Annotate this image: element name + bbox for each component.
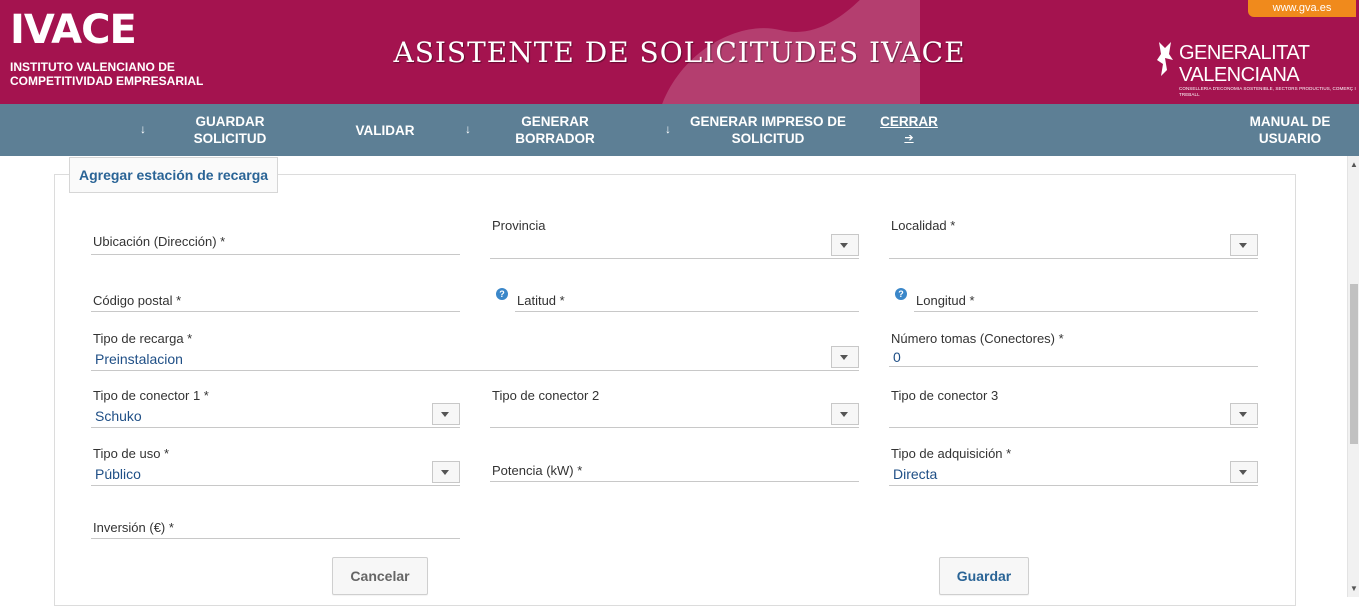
numero-tomas-label: Número tomas (Conectores) *: [891, 331, 1064, 346]
download-arrow-icon: ↓: [665, 122, 671, 136]
scrollbar-thumb[interactable]: [1350, 284, 1358, 444]
manual-usuario-line1: MANUAL DE: [1249, 114, 1331, 129]
conector1-value: Schuko: [95, 408, 142, 424]
chevron-down-icon[interactable]: [1230, 403, 1258, 425]
latitud-field[interactable]: Latitud *: [515, 280, 859, 312]
cerrar-label: CERRAR: [880, 114, 938, 129]
cancel-button[interactable]: Cancelar: [332, 557, 428, 595]
generar-borrador-line1: GENERAR: [521, 114, 589, 129]
tipo-uso-label: Tipo de uso *: [93, 446, 170, 461]
conector1-select[interactable]: Tipo de conector 1 * Schuko: [91, 383, 460, 428]
conselleria-name: CONSELLERIA D'ECONOMIA SOSTENIBLE, SECTO…: [1179, 86, 1356, 97]
generar-impreso-line2: SOLICITUD: [731, 131, 805, 146]
generar-impreso-line1: GENERAR IMPRESO DE: [689, 114, 847, 129]
latitud-label: Latitud *: [517, 293, 565, 308]
potencia-label: Potencia (kW) *: [492, 463, 583, 478]
tab-agregar-estacion[interactable]: Agregar estación de recarga: [69, 157, 278, 193]
gva-link[interactable]: www.gva.es: [1248, 0, 1356, 17]
generalitat-logo[interactable]: GENERALITAT VALENCIANA CONSELLERIA D'ECO…: [1155, 42, 1359, 98]
save-button[interactable]: Guardar: [939, 557, 1029, 595]
conector3-select[interactable]: Tipo de conector 3: [889, 383, 1258, 428]
bat-emblem-icon: [1157, 42, 1173, 76]
longitud-field[interactable]: Longitud *: [914, 280, 1258, 312]
ubicacion-field[interactable]: Ubicación (Dirección) *: [91, 220, 460, 255]
download-arrow-icon: ↓: [465, 122, 471, 136]
tipo-recarga-select[interactable]: Tipo de recarga * Preinstalacion: [91, 326, 859, 371]
generar-borrador-line2: BORRADOR: [515, 131, 595, 146]
help-icon[interactable]: ?: [895, 288, 907, 300]
chevron-down-icon[interactable]: [432, 461, 460, 483]
potencia-field[interactable]: Potencia (kW) *: [490, 450, 859, 482]
inversion-label: Inversión (€) *: [93, 520, 174, 535]
chevron-down-icon[interactable]: [1230, 234, 1258, 256]
longitud-label: Longitud *: [916, 293, 975, 308]
generar-impreso-button[interactable]: GENERAR IMPRESO DE SOLICITUD: [688, 104, 848, 156]
tipo-uso-value: Público: [95, 466, 141, 482]
codigo-postal-field[interactable]: Código postal *: [91, 280, 460, 312]
tipo-adquisicion-value: Directa: [893, 466, 938, 482]
chevron-down-icon[interactable]: [831, 346, 859, 368]
scroll-down-icon[interactable]: ▼: [1350, 584, 1358, 593]
tipo-recarga-value: Preinstalacion: [95, 351, 183, 367]
codigo-postal-label: Código postal *: [93, 293, 182, 308]
numero-tomas-value: 0: [893, 349, 901, 365]
ivace-logo-line2: COMPETITIVIDAD EMPRESARIAL: [10, 74, 204, 88]
tipo-adquisicion-label: Tipo de adquisición *: [891, 446, 1012, 461]
chevron-down-icon[interactable]: [831, 234, 859, 256]
app-header: IVACE INSTITUTO VALENCIANO DE COMPETITIV…: [0, 0, 1359, 104]
tipo-uso-select[interactable]: Tipo de uso * Público: [91, 441, 460, 486]
conector2-select[interactable]: Tipo de conector 2: [490, 383, 859, 428]
scroll-up-icon[interactable]: ▲: [1350, 160, 1358, 169]
chevron-down-icon[interactable]: [831, 403, 859, 425]
provincia-select[interactable]: Provincia: [490, 212, 859, 259]
manual-usuario-button[interactable]: MANUAL DE USUARIO: [1235, 104, 1345, 156]
tipo-adquisicion-select[interactable]: Tipo de adquisición * Directa: [889, 441, 1258, 486]
conector2-label: Tipo de conector 2: [492, 388, 600, 403]
cerrar-button[interactable]: CERRAR ➔: [874, 104, 944, 156]
help-icon[interactable]: ?: [496, 288, 508, 300]
ubicacion-label: Ubicación (Dirección) *: [93, 234, 226, 249]
inversion-field[interactable]: Inversión (€) *: [91, 507, 460, 539]
conector3-label: Tipo de conector 3: [891, 388, 999, 403]
generar-borrador-button[interactable]: GENERAR BORRADOR: [495, 104, 615, 156]
tipo-recarga-label: Tipo de recarga *: [93, 331, 193, 346]
localidad-select[interactable]: Localidad *: [889, 212, 1258, 259]
download-arrow-icon: ↓: [140, 122, 146, 136]
validar-button[interactable]: VALIDAR: [335, 104, 435, 156]
sign-out-icon: ➔: [904, 132, 914, 144]
provincia-label: Provincia: [492, 218, 546, 233]
guardar-solicitud-line2: SOLICITUD: [193, 131, 267, 146]
chevron-down-icon[interactable]: [1230, 461, 1258, 483]
numero-tomas-field[interactable]: Número tomas (Conectores) * 0: [889, 326, 1258, 367]
localidad-label: Localidad *: [891, 218, 956, 233]
conector1-label: Tipo de conector 1 *: [93, 388, 209, 403]
generalitat-name: GENERALITAT VALENCIANA: [1179, 42, 1310, 86]
toolbar: ↓ GUARDAR SOLICITUD VALIDAR ↓ GENERAR BO…: [0, 104, 1359, 156]
page-scrollbar[interactable]: ▲ ▼: [1347, 156, 1359, 597]
chevron-down-icon[interactable]: [432, 403, 460, 425]
guardar-solicitud-button[interactable]: GUARDAR SOLICITUD: [175, 104, 285, 156]
guardar-solicitud-line1: GUARDAR: [195, 114, 265, 129]
manual-usuario-line2: USUARIO: [1258, 131, 1322, 146]
